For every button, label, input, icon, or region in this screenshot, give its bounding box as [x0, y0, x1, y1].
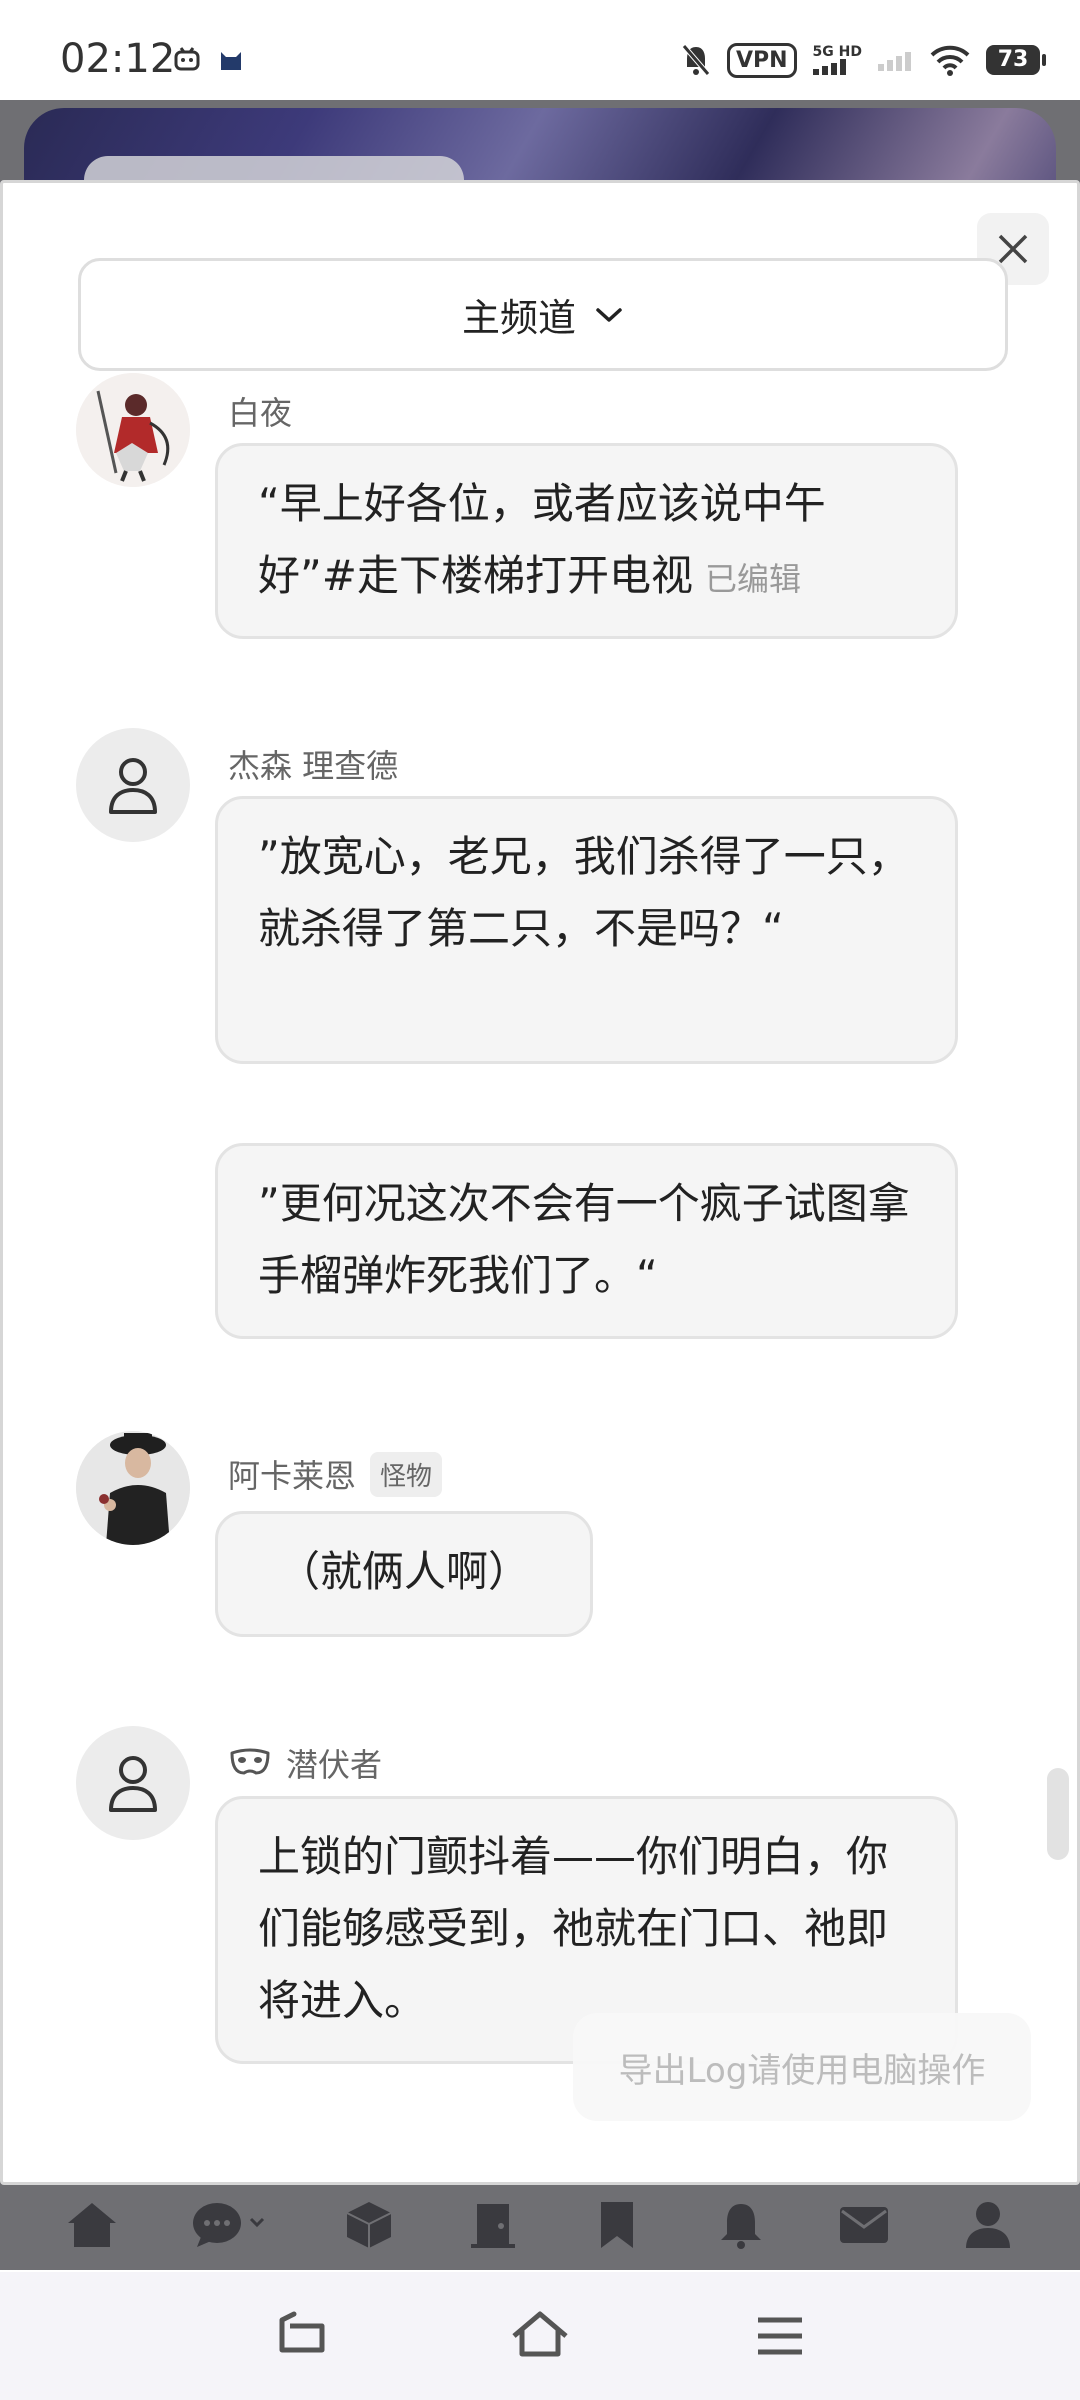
home-icon — [67, 2203, 116, 2247]
cat-app-icon — [221, 52, 241, 70]
nav-home[interactable] — [62, 2195, 122, 2255]
sender-name: 白夜 — [228, 388, 292, 434]
status-time: 02:12 — [60, 36, 176, 82]
signal-5g: 5G HD — [812, 44, 862, 75]
sender-label: 杰森 理查德 — [228, 747, 399, 785]
bilibili-icon — [174, 47, 200, 71]
mask-icon — [230, 1748, 270, 1775]
avatar-lurker[interactable] — [76, 1726, 190, 1840]
nav-notifications[interactable] — [711, 2195, 771, 2255]
network-label: 5G HD — [812, 44, 862, 60]
sender-name: 阿卡莱恩 怪物 — [228, 1451, 443, 1497]
sender-name: 杰森 理查德 — [228, 741, 398, 787]
message-bubble[interactable]: （就俩人啊） — [215, 1511, 593, 1637]
back-icon[interactable] — [272, 2306, 332, 2366]
mute-bell-icon — [682, 44, 710, 76]
channel-select[interactable]: 主频道 — [78, 258, 1008, 371]
bottom-nav — [0, 2180, 1080, 2270]
character-avatar-icon — [76, 373, 190, 487]
nav-chat[interactable] — [186, 2195, 276, 2255]
nav-bookmark[interactable] — [587, 2195, 647, 2255]
nav-mail[interactable] — [834, 2195, 894, 2255]
sender-tag: 怪物 — [370, 1451, 443, 1497]
sender-label: 潜伏者 — [286, 1746, 383, 1784]
avatar-akalain[interactable] — [76, 1431, 190, 1545]
chevron-down-icon — [596, 307, 622, 322]
system-nav-bar — [0, 2272, 1080, 2400]
message-bubble[interactable]: ”放宽心，老兄，我们杀得了一只，就杀得了第二只，不是吗？“ — [215, 796, 958, 1064]
battery-indicator: 73 — [986, 45, 1046, 75]
avatar-baiye[interactable] — [76, 373, 190, 487]
nav-door[interactable] — [463, 2195, 523, 2255]
nav-cube[interactable] — [339, 2195, 399, 2255]
photo-avatar-icon — [76, 1431, 190, 1545]
menu-icon[interactable] — [750, 2306, 810, 2366]
vpn-badge: VPN — [726, 42, 797, 78]
avatar-jason[interactable] — [76, 728, 190, 842]
bookmark-icon — [600, 2202, 633, 2248]
user-icon — [109, 1756, 157, 1812]
message-text: ”放宽心，老兄，我们杀得了一只，就杀得了第二只，不是吗？“ — [258, 832, 910, 953]
sender-label: 白夜 — [228, 394, 293, 432]
scrollbar-thumb[interactable] — [1047, 1768, 1069, 1860]
message-bubble[interactable]: ”更何况这次不会有一个疯子试图拿手榴弹炸死我们了。“ — [215, 1143, 958, 1339]
log-modal: 主频道 白夜 “早上好各位，或者应该说中午好”#走下楼梯打开电视 已编辑 杰森 理… — [0, 180, 1080, 2185]
channel-label: 主频道 — [461, 296, 576, 340]
nav-profile[interactable] — [958, 2195, 1018, 2255]
status-bar: 02:12 VPN 5G HD 73 — [0, 0, 1080, 100]
status-right: VPN 5G HD 73 — [681, 40, 1046, 80]
chat-icon — [192, 2203, 264, 2247]
message-text: 上锁的门颤抖着——你们明白，你们能够感受到，祂就在门口、祂即将进入。 — [258, 1832, 889, 2025]
edited-label: 已编辑 — [704, 560, 801, 598]
message-text: （就俩人啊） — [277, 1547, 530, 1596]
mail-icon — [840, 2207, 889, 2243]
signal-bars-icon — [812, 59, 846, 75]
close-icon — [998, 234, 1028, 264]
wifi-icon — [930, 45, 970, 76]
door-icon — [471, 2204, 516, 2248]
signal-bars-empty-icon — [878, 52, 911, 71]
sender-label: 阿卡莱恩 — [228, 1457, 357, 1495]
bell-icon — [720, 2204, 761, 2249]
cube-icon — [346, 2202, 392, 2248]
home-button-icon[interactable] — [510, 2306, 570, 2366]
export-log-toast: 导出Log请使用电脑操作 — [573, 2013, 1031, 2121]
message-bubble[interactable]: “早上好各位，或者应该说中午好”#走下楼梯打开电视 已编辑 — [215, 443, 958, 639]
user-icon — [109, 758, 157, 814]
profile-icon — [966, 2202, 1011, 2248]
message-text: ”更何况这次不会有一个疯子试图拿手榴弹炸死我们了。“ — [258, 1179, 910, 1300]
sender-name: 潜伏者 — [228, 1740, 382, 1786]
